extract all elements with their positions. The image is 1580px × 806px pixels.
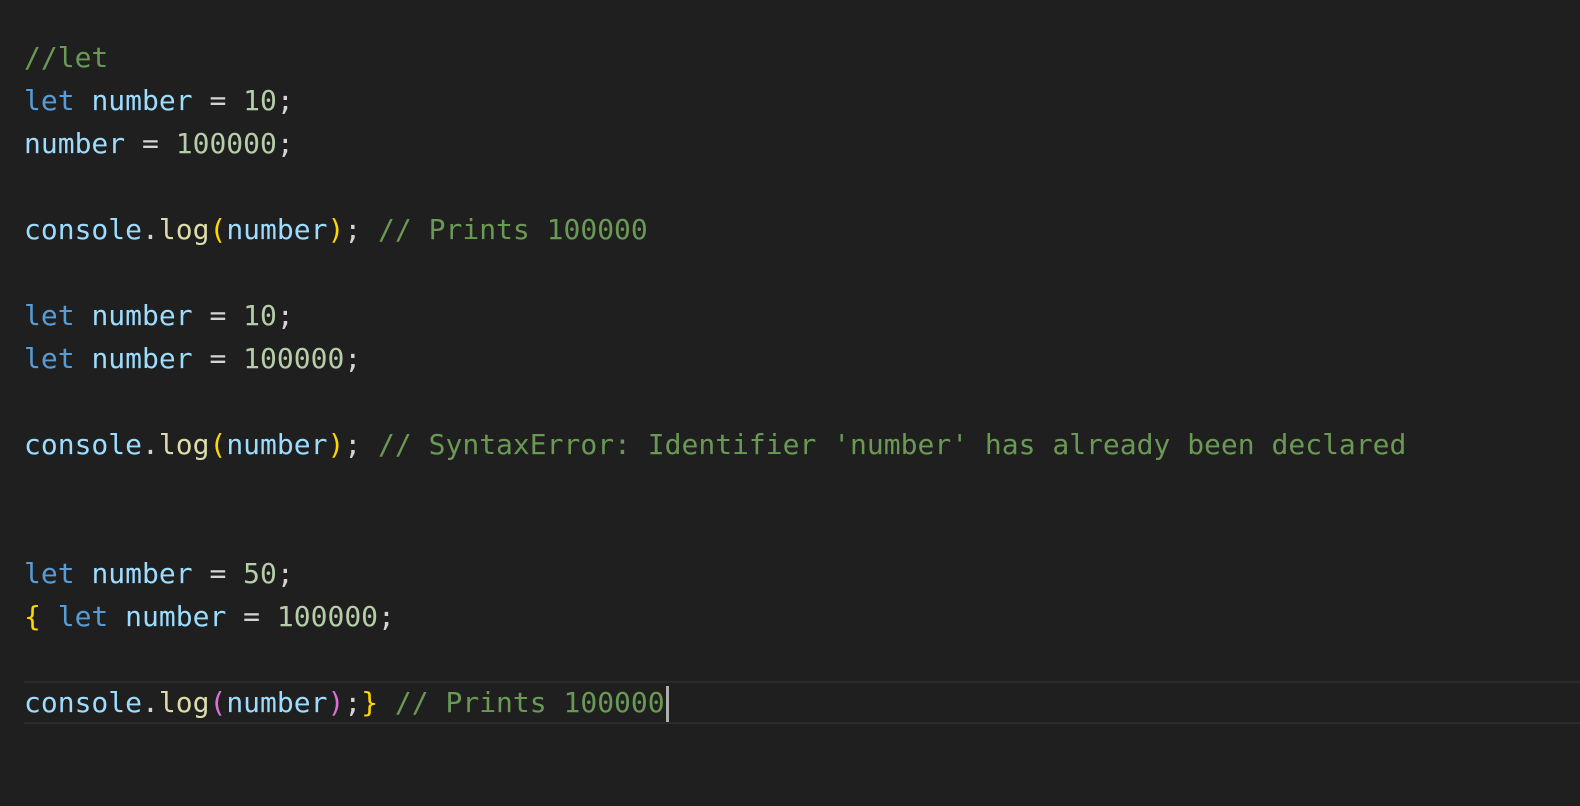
code-token-op: =	[125, 127, 176, 160]
code-token-num: 100000	[243, 342, 345, 375]
code-token-var: number	[91, 299, 193, 332]
code-line[interactable]	[24, 509, 1580, 552]
code-token-op	[41, 600, 58, 633]
code-line[interactable]: let number = 10;	[24, 79, 1580, 122]
code-line[interactable]: console.log(number); // Prints 100000	[24, 208, 1580, 251]
code-token-keyword: let	[57, 600, 109, 633]
code-token-op: =	[192, 342, 244, 375]
code-token-num: 10	[243, 299, 277, 332]
code-token-op	[108, 600, 125, 633]
code-token-comment: // SyntaxError: Identifier 'number' has …	[378, 428, 1407, 461]
code-token-op: =	[192, 299, 244, 332]
code-token-bracket-gold: )	[327, 213, 345, 246]
code-token-var: console	[24, 686, 143, 719]
code-token-func: log	[158, 428, 210, 461]
code-line[interactable]: let number = 10;	[24, 294, 1580, 337]
code-token-keyword: let	[24, 342, 75, 375]
code-token-op	[75, 557, 92, 590]
code-token-op: .	[142, 213, 159, 246]
code-token-num: 100000	[175, 127, 277, 160]
code-token-bracket-gold: (	[209, 213, 227, 246]
code-line[interactable]: //let	[24, 36, 1580, 79]
code-token-var: number	[226, 686, 328, 719]
code-token-keyword: let	[24, 84, 75, 117]
code-token-bracket-pink: )	[327, 686, 345, 719]
code-token-op: =	[226, 600, 277, 633]
code-line[interactable]	[24, 466, 1580, 509]
code-line[interactable]	[24, 165, 1580, 208]
code-token-op: .	[142, 428, 159, 461]
code-token-comment: //let	[24, 41, 109, 74]
code-token-var: number	[226, 428, 328, 461]
code-line[interactable]: { let number = 100000;	[24, 595, 1580, 638]
code-token-func: log	[158, 686, 210, 719]
code-token-func: log	[158, 213, 210, 246]
code-editor[interactable]: //let let number = 10; number = 100000; con…	[0, 0, 1580, 806]
code-token-bracket-gold: )	[327, 428, 345, 461]
code-token-var: number	[125, 600, 227, 633]
code-line[interactable]	[24, 380, 1580, 423]
code-token-num: 100000	[276, 600, 379, 633]
code-token-op: ;	[344, 342, 362, 375]
code-token-op: =	[192, 84, 244, 117]
code-token-keyword: let	[24, 557, 75, 590]
code-token-op: ;	[378, 600, 395, 633]
code-token-op: ;	[276, 557, 294, 590]
code-token-var: console	[24, 428, 143, 461]
code-token-op: ;	[276, 84, 294, 117]
code-token-bracket-pink: (	[209, 686, 227, 719]
code-token-op: ;	[276, 127, 294, 160]
code-token-op: ;	[344, 686, 362, 719]
code-line-current[interactable]: console.log(number);} // Prints 100000	[24, 681, 1580, 724]
code-token-num: 50	[243, 557, 277, 590]
code-token-bracket-gold: (	[209, 428, 227, 461]
code-line[interactable]	[24, 251, 1580, 294]
code-token-op: ;	[344, 428, 379, 461]
code-line[interactable]: let number = 50;	[24, 552, 1580, 595]
code-token-op	[378, 686, 395, 719]
code-line[interactable]: number = 100000;	[24, 122, 1580, 165]
code-token-op: =	[192, 557, 244, 590]
code-token-num: 10	[243, 84, 277, 117]
code-token-op	[75, 299, 92, 332]
code-token-op: ;	[344, 213, 379, 246]
code-line[interactable]: console.log(number); // SyntaxError: Ide…	[24, 423, 1580, 466]
text-cursor	[665, 686, 669, 722]
code-token-var: number	[91, 557, 193, 590]
code-token-keyword: let	[24, 299, 75, 332]
code-token-op: ;	[276, 299, 294, 332]
code-token-bracket-gold: {	[24, 600, 41, 633]
code-token-op	[75, 84, 92, 117]
code-token-var: number	[24, 127, 126, 160]
code-token-bracket-gold: }	[361, 686, 379, 719]
code-token-var: number	[226, 213, 328, 246]
code-token-comment: // Prints 100000	[394, 686, 665, 719]
code-token-var: number	[91, 84, 193, 117]
code-line[interactable]: let number = 100000;	[24, 337, 1580, 380]
code-token-op	[75, 342, 92, 375]
code-token-comment: // Prints 100000	[378, 213, 648, 246]
code-lines[interactable]: //let let number = 10; number = 100000; con…	[24, 36, 1580, 724]
code-token-var: console	[24, 213, 143, 246]
code-line[interactable]	[24, 638, 1580, 681]
code-token-op: .	[142, 686, 159, 719]
code-token-var: number	[91, 342, 193, 375]
